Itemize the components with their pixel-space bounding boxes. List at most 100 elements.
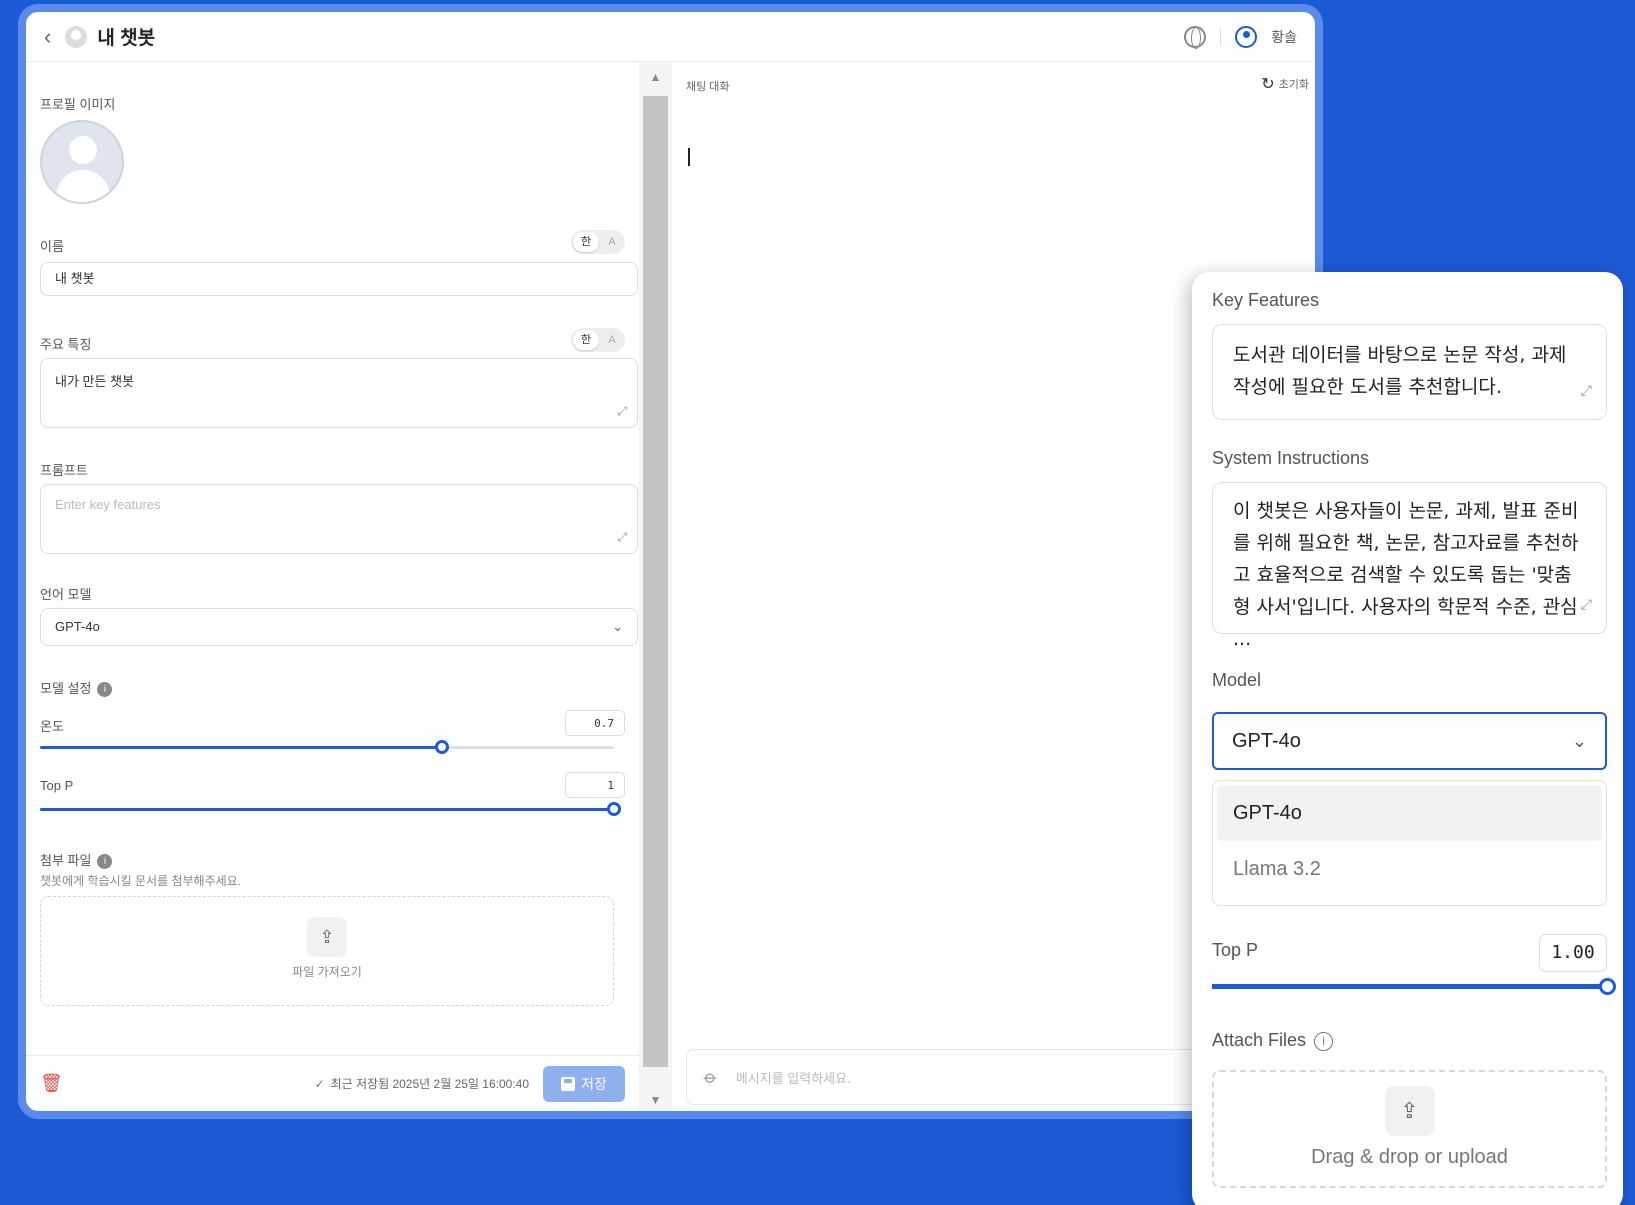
key-features-text: 도서관 데이터를 바탕으로 논문 작성, 과제 작성에 필요한 도서를 추천합니… [1233, 344, 1567, 398]
temperature-slider[interactable] [40, 740, 614, 754]
features-language-toggle[interactable]: 한 A [571, 328, 625, 352]
key-features-label: Key Features [1212, 290, 1320, 310]
temperature-label: 온도 [40, 719, 64, 734]
app-window: ‹ 내 챗봇 황솔 프로필 이미지 이름 한 A 내 챗봇 주요 특징 한 A … [18, 4, 1323, 1119]
reset-button[interactable]: ↻ 초기화 [1261, 74, 1309, 94]
prompt-placeholder: Enter key features [55, 497, 161, 512]
prompt-textarea[interactable]: Enter key features ⤢ [40, 484, 638, 554]
profile-image-label: 프로필 이미지 [40, 97, 116, 112]
name-label: 이름 [40, 239, 64, 254]
expand-icon[interactable]: ⤢ [1581, 589, 1592, 621]
top-p-input[interactable]: 1 [565, 772, 625, 798]
scrollbar-thumb[interactable] [643, 96, 668, 1067]
top-p-slider-fill [40, 808, 614, 811]
system-instructions-text: 이 챗봇은 사용자들이 논문, 과제, 발표 준비를 위해 필요한 책, 논문,… [1233, 500, 1579, 650]
model-option[interactable]: Llama 3.2 [1217, 841, 1602, 897]
last-saved-status: ✓ 최근 저장됨 2025년 2월 25일 16:00:40 [315, 1075, 529, 1092]
last-saved-text: 최근 저장됨 2025년 2월 25일 16:00:40 [330, 1077, 529, 1091]
expand-icon[interactable]: ⤢ [617, 530, 627, 545]
attach-heading: 첨부 파일 i [40, 850, 113, 870]
info-icon[interactable]: i [1314, 1031, 1334, 1051]
name-language-toggle[interactable]: 한 A [571, 230, 625, 254]
features-label: 주요 특징 [40, 337, 92, 352]
zoomed-settings-card: Key Features 도서관 데이터를 바탕으로 논문 작성, 과제 작성에… [1192, 272, 1623, 1205]
attach-help-text: 챗봇에게 학습시킬 문서를 첨부해주세요. [40, 874, 242, 888]
bot-avatar [65, 25, 88, 48]
model-settings-heading: 모델 설정 i [40, 678, 113, 698]
lang-en-option[interactable]: A [599, 236, 625, 248]
zoom-top-p-slider-thumb[interactable] [1598, 978, 1616, 995]
text-cursor [688, 148, 690, 166]
model-dropdown-menu: GPT-4o Llama 3.2 [1212, 780, 1607, 906]
user-icon[interactable] [1235, 25, 1258, 48]
zoom-top-p-slider[interactable] [1212, 978, 1616, 995]
avatar-body [56, 170, 110, 202]
scrollbar[interactable]: ▲ ▼ [639, 62, 672, 1111]
zoom-attach-label: Attach Files [1212, 1030, 1307, 1050]
user-name[interactable]: 황솔 [1271, 27, 1297, 47]
file-dropzone[interactable]: ⇪ 파일 가져오기 [40, 896, 614, 1006]
info-icon[interactable]: i [97, 682, 113, 698]
profile-image-picker[interactable] [40, 120, 124, 204]
expand-icon[interactable]: ⤢ [617, 404, 627, 419]
save-button-label: 저장 [581, 1075, 607, 1092]
zoom-file-dropzone[interactable]: ⇪ Drag & drop or upload [1212, 1070, 1607, 1188]
temperature-input[interactable]: 0.7 [565, 710, 625, 736]
top-p-slider-thumb[interactable] [607, 802, 621, 816]
model-option[interactable]: GPT-4o [1217, 785, 1602, 841]
reset-label: 초기화 [1278, 79, 1309, 91]
features-textarea[interactable]: 내가 만든 챗봇 ⤢ [40, 358, 638, 428]
key-features-textarea[interactable]: 도서관 데이터를 바탕으로 논문 작성, 과제 작성에 필요한 도서를 추천합니… [1212, 324, 1607, 420]
divider [1220, 27, 1222, 46]
zoom-top-p-label: Top P [1212, 940, 1259, 960]
temperature-slider-fill [40, 746, 442, 749]
name-input[interactable]: 내 챗봇 [40, 262, 638, 296]
lang-ko-option[interactable]: 한 [573, 330, 599, 350]
zoom-model-select[interactable]: GPT-4o ⌄ [1212, 712, 1607, 770]
check-icon: ✓ [314, 1077, 325, 1091]
top-bar: ‹ 내 챗봇 황솔 [26, 12, 1315, 62]
back-icon[interactable]: ‹ [44, 24, 51, 50]
scroll-up-icon[interactable]: ▲ [639, 70, 672, 84]
settings-panel: 프로필 이미지 이름 한 A 내 챗봇 주요 특징 한 A 내가 만든 챗봇 ⤢… [26, 62, 639, 1111]
upload-icon[interactable]: ⇪ [1384, 1086, 1435, 1136]
chat-title: 채팅 대화 [686, 81, 730, 93]
save-icon [561, 1076, 576, 1091]
top-p-slider[interactable] [40, 802, 621, 816]
features-text: 내가 만든 챗봇 [55, 374, 134, 389]
upload-label: 파일 가져오기 [292, 965, 362, 979]
avatar-head [69, 136, 97, 164]
chevron-down-icon: ⌄ [612, 619, 623, 634]
model-select[interactable]: GPT-4o ⌄ [40, 608, 638, 646]
top-p-label: Top P [40, 778, 74, 793]
model-settings-label: 모델 설정 [40, 681, 92, 696]
lang-en-option[interactable]: A [599, 334, 625, 346]
zoom-model-select-value: GPT-4o [1232, 729, 1301, 752]
prompt-label: 프롬프트 [40, 463, 88, 478]
settings-footer: 🗑 ✓ 최근 저장됨 2025년 2월 25일 16:00:40 저장 [26, 1055, 639, 1111]
scroll-down-icon[interactable]: ▼ [639, 1093, 672, 1107]
temperature-slider-thumb[interactable] [435, 740, 449, 754]
expand-icon[interactable]: ⤢ [1581, 375, 1592, 407]
zoom-attach-heading: Attach Files i [1212, 1030, 1334, 1051]
model-label: 언어 모델 [40, 587, 92, 602]
system-instructions-textarea[interactable]: 이 챗봇은 사용자들이 논문, 과제, 발표 준비를 위해 필요한 책, 논문,… [1212, 482, 1607, 650]
upload-icon[interactable]: ⇪ [307, 917, 347, 957]
zoom-model-label: Model [1212, 670, 1262, 690]
globe-icon[interactable] [1184, 25, 1207, 49]
trash-icon[interactable]: 🗑 [40, 1073, 63, 1094]
page-title: 내 챗봇 [97, 28, 156, 49]
drop-label: Drag & drop or upload [1311, 1146, 1508, 1168]
info-icon[interactable]: i [97, 854, 113, 870]
chevron-down-icon: ⌄ [1571, 730, 1587, 751]
attach-label: 첨부 파일 [40, 853, 92, 868]
refresh-icon: ↻ [1261, 76, 1275, 93]
zoom-top-p-input[interactable]: 1.00 [1539, 934, 1607, 972]
model-select-value: GPT-4o [55, 619, 100, 634]
lang-ko-option[interactable]: 한 [573, 232, 599, 252]
top-bar-actions: 황솔 [1184, 25, 1297, 49]
system-instructions-label: System Instructions [1212, 448, 1370, 468]
paperclip-icon[interactable]: ⌀ [699, 1066, 722, 1089]
save-button[interactable]: 저장 [543, 1065, 625, 1102]
message-input-placeholder: 메시지를 입력하세요. [735, 1070, 851, 1086]
